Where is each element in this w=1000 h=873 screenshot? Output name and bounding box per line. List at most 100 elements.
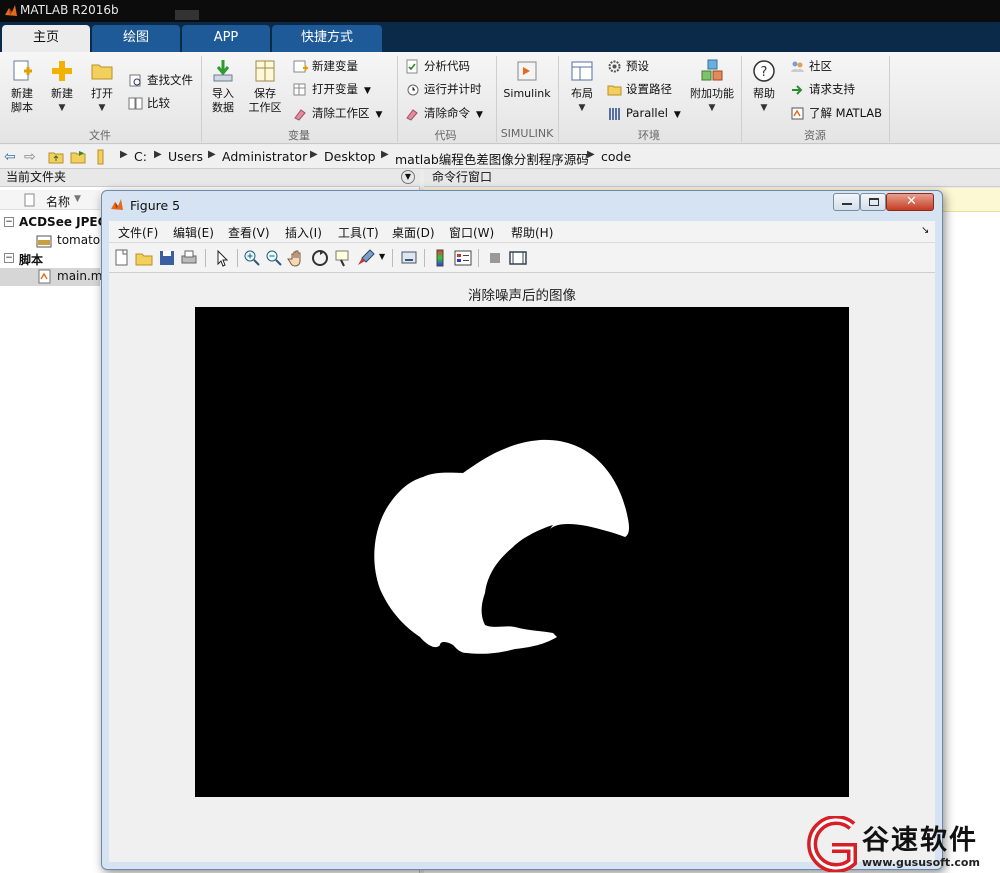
link-plot-icon[interactable] [399,248,419,268]
colorbar-icon[interactable] [430,248,450,268]
menu-window[interactable]: 窗口(W) [449,224,494,241]
panel-menu-icon[interactable]: ▼ [401,170,415,184]
list-item-selected[interactable]: main.m [0,268,103,286]
simulink-button[interactable]: Simulink [500,56,554,124]
close-button[interactable]: ✕ [886,193,934,211]
close-icon: ✕ [906,194,917,209]
tab-home[interactable]: 主页 [2,25,90,52]
pan-icon[interactable] [287,248,307,268]
up-folder-icon[interactable] [48,149,64,165]
help-button[interactable]: ? 帮助 ▼ [744,56,784,124]
learn-matlab-button[interactable]: 了解 MATLAB [790,103,882,123]
import-data-icon [213,60,233,82]
menu-tools[interactable]: 工具(T) [338,224,379,241]
print-icon[interactable] [179,248,199,268]
segmented-region [374,439,629,654]
show-plot-tools-icon[interactable] [508,248,528,268]
zoom-out-icon[interactable] [264,248,284,268]
rotate-3d-icon[interactable] [310,248,330,268]
menu-insert[interactable]: 插入(I) [285,224,322,241]
compare-button[interactable]: 比较 [128,93,170,113]
new-script-button[interactable]: 新建 脚本 [2,56,42,124]
list-item[interactable]: tomato [36,233,100,251]
set-path-button[interactable]: 设置路径 [607,79,672,99]
save-icon[interactable] [157,248,177,268]
clear-commands-button[interactable]: 清除命令 ▼ [405,103,483,123]
open-variable-button[interactable]: 打开变量 ▼ [293,79,371,99]
community-button[interactable]: 社区 [790,56,832,76]
figure-title-bar: Figure 5 ✕ [102,191,942,219]
set-path-label: 设置路径 [626,82,672,96]
title-thumbnail [175,10,199,20]
svg-text:?: ? [761,65,768,80]
breadcrumb-users[interactable]: Users [168,149,203,164]
watermark-url: www.gususoft.com [862,856,980,869]
collapse-toggle-icon[interactable]: − [4,253,14,263]
data-cursor-icon[interactable] [333,248,353,268]
image-axes[interactable] [195,307,849,797]
collapse-toggle-icon[interactable]: − [4,217,14,227]
legend-icon[interactable] [453,248,473,268]
folder-group-scripts[interactable]: − 脚本 [4,251,100,269]
clear-commands-icon [406,109,418,121]
browse-folder-icon[interactable] [70,149,86,165]
breadcrumb-administrator[interactable]: Administrator [222,149,307,164]
find-files-label: 查找文件 [147,73,193,87]
back-arrow-icon[interactable]: ⇦ [4,149,16,165]
request-support-button[interactable]: 请求支持 [790,79,855,99]
hide-plot-tools-icon[interactable] [485,248,505,268]
toolbar-separator [237,249,238,267]
menu-view[interactable]: 查看(V) [228,224,270,241]
save-workspace-button[interactable]: 保存 工作区 [245,56,285,124]
open-file-icon[interactable] [134,248,154,268]
tab-plots[interactable]: 绘图 [92,25,180,52]
clear-workspace-button[interactable]: 清除工作区 ▼ [293,103,382,123]
current-folder-header: 当前文件夹 ▼ [0,169,420,187]
tab-apps[interactable]: APP [182,25,270,52]
parallel-button[interactable]: Parallel ▼ [607,103,681,123]
set-path-icon [607,85,622,96]
folder-group-jpeg[interactable]: − ACDSee JPEG [4,215,107,233]
toolbar-separator [205,249,206,267]
watermark-name: 谷速软件 [862,825,978,856]
new-variable-button[interactable]: 新建变量 [293,56,358,76]
open-button[interactable]: 打开 ▼ [82,56,122,124]
analyze-code-button[interactable]: 分析代码 [405,56,470,76]
import-data-button[interactable]: 导入 数据 [203,56,243,124]
pointer-icon[interactable] [212,248,232,268]
restore-button[interactable] [860,193,886,211]
new-figure-icon[interactable] [112,248,132,268]
breadcrumb-code[interactable]: code [601,149,631,164]
dock-arrow-icon[interactable]: ↘ [921,225,929,236]
community-icon [791,61,804,72]
zoom-in-icon[interactable] [242,248,262,268]
brush-icon[interactable] [356,248,376,268]
addons-label: 附加功能 [690,87,734,100]
group-divider [889,56,890,142]
new-button[interactable]: 新建 ▼ [42,56,82,124]
help-icon: ? [753,60,775,82]
layout-button[interactable]: 布局 ▼ [562,56,602,124]
find-files-button[interactable]: 查找文件 [128,70,193,90]
menu-edit[interactable]: 编辑(E) [173,224,214,241]
menu-desktop[interactable]: 桌面(D) [392,224,435,241]
breadcrumb-c[interactable]: C: [134,149,147,164]
breadcrumb-project-folder[interactable]: matlab编程色差图像分割程序源码 [395,149,589,168]
menu-help[interactable]: 帮助(H) [511,224,553,241]
minimize-button[interactable] [833,193,860,211]
toolbar-separator [478,249,479,267]
forward-arrow-icon[interactable]: ⇨ [24,149,36,165]
breadcrumb-desktop[interactable]: Desktop [324,149,376,164]
menu-file[interactable]: 文件(F) [118,224,158,241]
run-and-time-button[interactable]: 运行并计时 [405,79,482,99]
dropdown-arrow-icon: ▼ [760,103,768,113]
compare-icon [128,97,143,110]
addons-button[interactable]: 附加功能 ▼ [688,56,736,124]
file-icon [24,193,35,207]
toolbar-separator [392,249,393,267]
tab-shortcuts[interactable]: 快捷方式 [272,25,382,52]
name-column-header[interactable]: 名称 [46,193,70,210]
preferences-button[interactable]: 预设 [607,56,649,76]
dropdown-arrow-icon[interactable]: ▼ [379,252,385,261]
dropdown-arrow-icon: ▼ [58,103,66,113]
